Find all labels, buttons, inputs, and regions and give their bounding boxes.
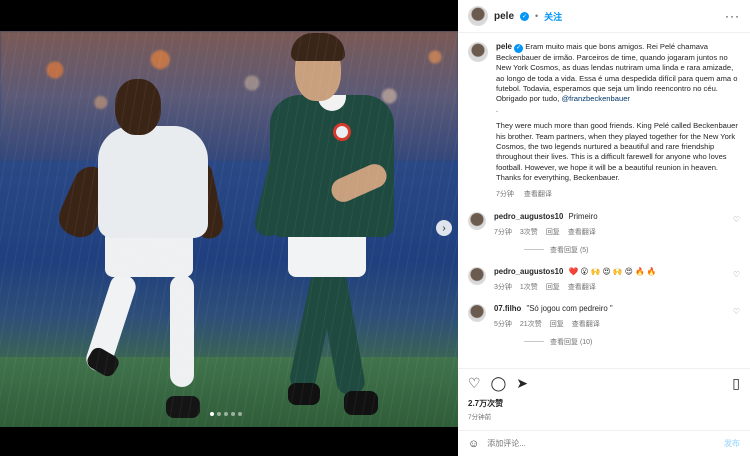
emoji-icon[interactable]: ☺ [468, 438, 479, 450]
avatar[interactable] [468, 303, 486, 322]
comment-time: 5分钟 [494, 320, 512, 328]
media-panel: › [0, 0, 458, 456]
avatar[interactable] [468, 42, 488, 62]
post-comment-button[interactable]: 发布 [724, 438, 740, 449]
mention-link[interactable]: @franzbeckenbauer [561, 94, 630, 103]
translate-link[interactable]: 查看翻译 [568, 227, 596, 237]
heart-icon[interactable]: ♡ [733, 307, 740, 316]
comment-item: 07.filho "Só jogou com pedreiro " 5分钟 21… [468, 303, 740, 329]
share-icon[interactable]: ➤ [516, 375, 528, 392]
details-panel: pele ✓ • 关注 ··· pele ✓ Eram muito mais q… [458, 0, 750, 456]
more-options-icon[interactable]: ··· [725, 9, 740, 23]
heart-icon[interactable]: ♡ [468, 375, 481, 392]
avatar[interactable] [468, 266, 486, 285]
separator-dot: • [535, 11, 539, 21]
add-comment-input[interactable] [487, 439, 716, 448]
translate-link[interactable]: 查看翻译 [524, 190, 552, 200]
post-header: pele ✓ • 关注 ··· [458, 0, 750, 33]
caption-dot: . [496, 104, 499, 114]
verified-icon: ✓ [520, 11, 530, 21]
chevron-right-icon: › [442, 222, 446, 234]
comment-icon[interactable]: ◯ [491, 375, 507, 392]
comment-likes[interactable]: 1次赞 [520, 282, 538, 292]
view-replies-label[interactable]: 查看回复 (10) [550, 337, 592, 347]
view-replies-label[interactable]: 查看回复 (5) [550, 245, 589, 255]
reply-button[interactable]: 回复 [546, 227, 560, 237]
comment-item: pedro_augustos10 Primeiro 7分钟 3次赞 回复 查看翻… [468, 211, 740, 237]
add-comment-bar: ☺ 发布 [458, 430, 750, 456]
heart-icon[interactable]: ♡ [733, 270, 740, 279]
comment-text: ❤️ 😮 🙌 😍 🙌 😍 🔥 🔥 [568, 266, 657, 276]
cosmos-badge [333, 123, 351, 141]
comment-username[interactable]: pedro_augustos10 [494, 267, 563, 276]
reply-button[interactable]: 回复 [546, 282, 560, 292]
verified-icon: ✓ [514, 43, 524, 53]
reply-button[interactable]: 回复 [550, 319, 564, 329]
comment-item: pedro_augustos10 ❤️ 😮 🙌 😍 🙌 😍 🔥 🔥 3分钟 1次… [468, 266, 740, 292]
comment-username[interactable]: 07.filho [494, 304, 521, 313]
translate-link[interactable]: 查看翻译 [568, 282, 596, 292]
avatar[interactable] [468, 6, 488, 26]
view-replies[interactable]: 查看回复 (5) [524, 245, 740, 255]
caption: pele ✓ Eram muito mais que bons amigos. … [468, 42, 740, 200]
comment-username[interactable]: pedro_augustos10 [494, 212, 563, 221]
comment-time: 3分钟 [494, 283, 512, 291]
avatar[interactable] [468, 211, 486, 230]
heart-icon[interactable]: ♡ [733, 215, 740, 224]
bookmark-icon[interactable]: ▯ [732, 375, 740, 392]
post-modal: › pele ✓ • 关注 ··· pele ✓ Eram muito mais… [0, 0, 750, 456]
caption-english: They were much more than good friends. K… [496, 121, 738, 183]
next-slide-button[interactable]: › [436, 220, 452, 236]
author-username[interactable]: pele [494, 11, 514, 22]
translate-link[interactable]: 查看翻译 [572, 319, 600, 329]
follow-button[interactable]: 关注 [544, 10, 562, 23]
comment-text: "Só jogou com pedreiro " [526, 303, 613, 313]
pitch [0, 357, 458, 427]
caption-username[interactable]: pele [496, 42, 512, 51]
carousel-dots [210, 412, 242, 416]
comments-scroll[interactable]: pele ✓ Eram muito mais que bons amigos. … [458, 34, 750, 364]
comment-likes[interactable]: 3次赞 [520, 227, 538, 237]
likes-count[interactable]: 2.7万次赞 [468, 398, 740, 409]
caption-time: 7分钟 [496, 190, 514, 198]
post-photo [0, 31, 458, 427]
player-white-kit [98, 126, 208, 238]
view-replies[interactable]: 查看回复 (10) [524, 337, 740, 347]
comment-text: Primeiro [568, 211, 598, 221]
post-age: 7分钟前 [468, 414, 492, 421]
comment-likes[interactable]: 21次赞 [520, 319, 542, 329]
comment-time: 7分钟 [494, 228, 512, 236]
